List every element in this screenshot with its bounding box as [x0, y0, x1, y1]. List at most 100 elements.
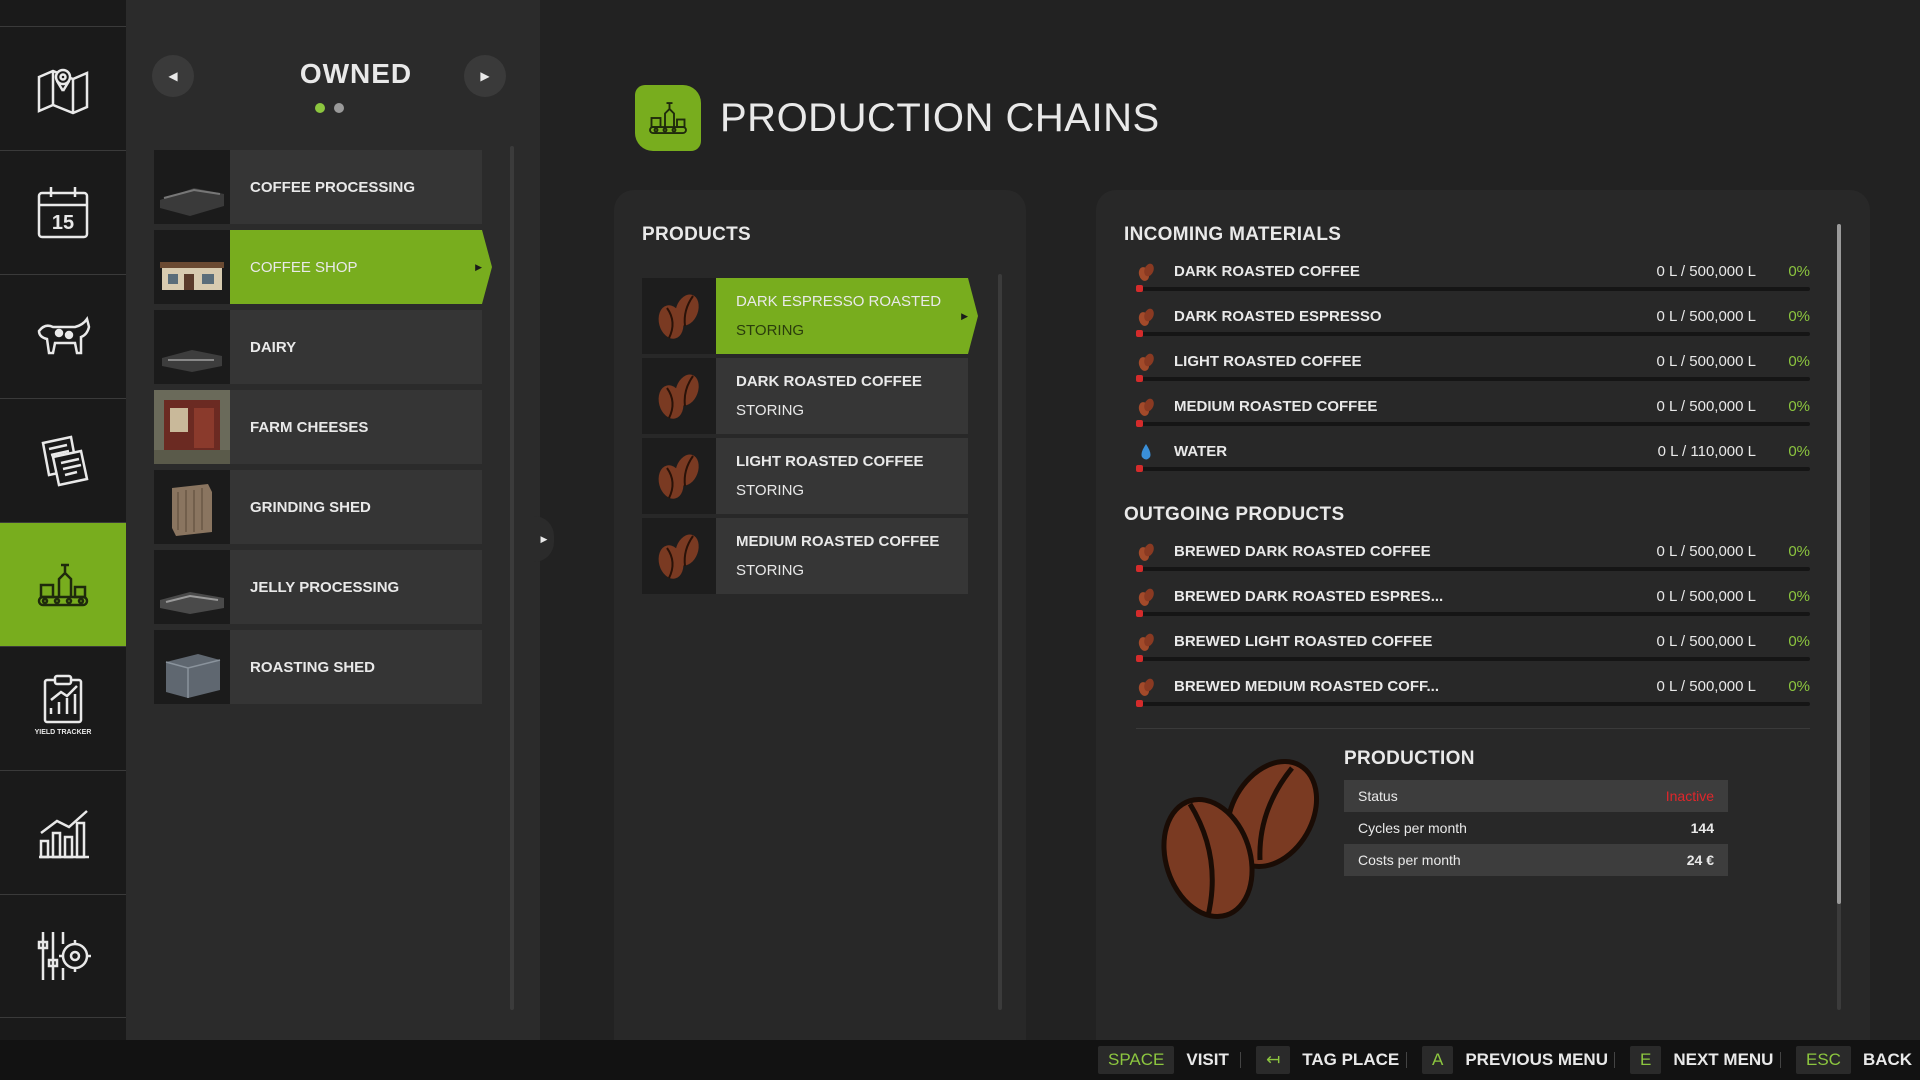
place-label: JELLY PROCESSING	[250, 578, 400, 596]
hint-back[interactable]: ESC BACK	[1796, 1046, 1912, 1074]
material-quantity: 0 L / 500,000 L	[1656, 398, 1756, 415]
product-item[interactable]: LIGHT ROASTED COFFEE STORING	[642, 438, 968, 514]
material-percent: 0%	[1788, 353, 1810, 370]
rail-item-settings[interactable]	[0, 894, 126, 1018]
place-jelly-processing[interactable]: JELLY PROCESSING	[154, 550, 482, 624]
settings-icon	[37, 932, 91, 980]
production-chains-icon	[635, 85, 701, 151]
hint-tag-place[interactable]: ↤ TAG PLACE	[1256, 1046, 1399, 1074]
material-quantity: 0 L / 500,000 L	[1656, 263, 1756, 280]
hint-previous-menu[interactable]: A PREVIOUS MENU	[1422, 1046, 1608, 1074]
materials-scrollbar[interactable]	[1837, 224, 1841, 1010]
hint-divider	[1780, 1052, 1781, 1068]
cycles-row: Cycles per month 144	[1344, 812, 1728, 844]
material-percent: 0%	[1788, 263, 1810, 280]
material-quantity: 0 L / 500,000 L	[1656, 543, 1756, 560]
material-name: DARK ROASTED ESPRESSO	[1174, 308, 1382, 325]
material-percent: 0%	[1788, 443, 1810, 460]
coffee-bean-icon	[642, 358, 716, 434]
coffee-bean-icon	[642, 438, 716, 514]
contracts-icon	[41, 435, 89, 486]
place-farm-cheeses[interactable]: FARM CHEESES	[154, 390, 482, 464]
fill-level-marker	[1136, 655, 1143, 662]
product-item[interactable]: DARK ESPRESSO ROASTED STORING ▶	[642, 278, 968, 354]
page-title: PRODUCTION CHAINS	[720, 96, 1160, 140]
statistics-icon	[39, 809, 89, 858]
fill-level-bar	[1136, 610, 1810, 617]
material-row: WATER 0 L / 110,000 L 0%	[1124, 430, 1810, 475]
product-item[interactable]: MEDIUM ROASTED COFFEE STORING	[642, 518, 968, 594]
product-state: STORING	[736, 482, 805, 499]
incoming-title: INCOMING MATERIALS	[1124, 224, 1342, 245]
fill-level-marker	[1136, 700, 1143, 707]
material-row: LIGHT ROASTED COFFEE 0 L / 500,000 L 0%	[1124, 340, 1810, 385]
hint-label: BACK	[1862, 1050, 1913, 1069]
place-label: COFFEE PROCESSING	[250, 178, 416, 196]
fill-level-marker	[1136, 375, 1143, 382]
rail-item-animals[interactable]	[0, 274, 126, 398]
fill-level-bar	[1136, 285, 1810, 292]
product-item[interactable]: DARK ROASTED COFFEE STORING	[642, 358, 968, 434]
page-dot-2[interactable]	[334, 103, 344, 113]
product-state: STORING	[736, 322, 805, 339]
hint-divider	[1406, 1052, 1407, 1068]
coffee-bean-icon	[1136, 587, 1156, 607]
rail-item-map[interactable]	[0, 26, 126, 150]
products-title: PRODUCTS	[642, 224, 752, 245]
selected-arrow-icon: ▶	[961, 310, 968, 321]
coffee-bean-icon	[1136, 262, 1156, 282]
hint-key: ↤	[1256, 1046, 1291, 1074]
fill-level-marker	[1136, 565, 1143, 572]
material-row: BREWED DARK ROASTED COFFEE 0 L / 500,000 …	[1124, 530, 1810, 575]
products-scrollbar[interactable]	[998, 274, 1002, 1010]
material-percent: 0%	[1788, 588, 1810, 605]
place-coffee-shop[interactable]: COFFEE SHOP ▶	[154, 230, 482, 304]
material-row: DARK ROASTED COFFEE 0 L / 500,000 L 0%	[1124, 250, 1810, 295]
place-coffee-processing[interactable]: COFFEE PROCESSING	[154, 150, 482, 224]
place-grinding-shed[interactable]: GRINDING SHED	[154, 470, 482, 544]
product-name: LIGHT ROASTED COFFEE	[736, 453, 924, 470]
prev-page-button[interactable]: ◀	[152, 55, 194, 97]
fill-level-marker	[1136, 285, 1143, 292]
hint-visit[interactable]: SPACE VISIT	[1098, 1046, 1229, 1074]
place-label: DAIRY	[250, 338, 297, 356]
rail-item-production[interactable]	[0, 522, 126, 646]
production-chains-screen: 15 YIELD TRACKER ◀ OWNED ▶ COFFEE PROCES…	[0, 0, 1920, 1080]
rail-item-calendar[interactable]: 15	[0, 150, 126, 274]
hint-next-menu[interactable]: E NEXT MENU	[1630, 1046, 1773, 1074]
rail-item-yield-tracker[interactable]: YIELD TRACKER	[0, 646, 126, 770]
outgoing-list: BREWED DARK ROASTED COFFEE 0 L / 500,000 …	[1124, 530, 1810, 710]
places-scrollbar[interactable]	[510, 146, 514, 1010]
owned-places-list: COFFEE PROCESSING COFFEE SHOP ▶ DAIRY FA…	[154, 150, 482, 710]
products-list: DARK ESPRESSO ROASTED STORING ▶ DARK ROA…	[642, 278, 968, 598]
yield-tracker-caption: YIELD TRACKER	[34, 729, 92, 736]
product-name: MEDIUM ROASTED COFFEE	[736, 533, 940, 550]
chevron-right-icon: ▶	[540, 533, 548, 544]
coffee-beans-illustration	[1161, 759, 1320, 920]
hint-label: TAG PLACE	[1302, 1050, 1400, 1069]
material-percent: 0%	[1788, 678, 1810, 695]
scrollbar-thumb[interactable]	[1837, 224, 1841, 904]
place-thumbnail	[154, 310, 230, 384]
product-state: STORING	[736, 402, 805, 419]
collapse-panel-button[interactable]: ▶	[534, 516, 554, 562]
material-row: BREWED LIGHT ROASTED COFFEE 0 L / 500,000…	[1124, 620, 1810, 665]
owned-panel: ◀ OWNED ▶ COFFEE PROCESSING COFFEE SHOP …	[126, 0, 540, 1040]
place-roasting-shed[interactable]: ROASTING SHED	[154, 630, 482, 704]
hint-label: NEXT MENU	[1673, 1050, 1774, 1069]
page-indicator	[315, 103, 344, 113]
material-row: BREWED DARK ROASTED ESPRES... 0 L / 500,0…	[1124, 575, 1810, 620]
calendar-day: 15	[52, 212, 74, 234]
place-label: COFFEE SHOP	[250, 258, 358, 276]
material-row: DARK ROASTED ESPRESSO 0 L / 500,000 L 0%	[1124, 295, 1810, 340]
rail-item-statistics[interactable]	[0, 770, 126, 894]
page-dot-1[interactable]	[315, 103, 325, 113]
next-page-button[interactable]: ▶	[464, 55, 506, 97]
coffee-bean-icon	[1136, 542, 1156, 562]
material-row: MEDIUM ROASTED COFFEE 0 L / 500,000 L 0%	[1124, 385, 1810, 430]
material-row: BREWED MEDIUM ROASTED COFF... 0 L / 500,0…	[1124, 665, 1810, 710]
material-name: MEDIUM ROASTED COFFEE	[1174, 398, 1378, 415]
rail-item-contracts[interactable]	[0, 398, 126, 522]
coffee-bean-icon	[642, 278, 716, 354]
place-dairy[interactable]: DAIRY	[154, 310, 482, 384]
